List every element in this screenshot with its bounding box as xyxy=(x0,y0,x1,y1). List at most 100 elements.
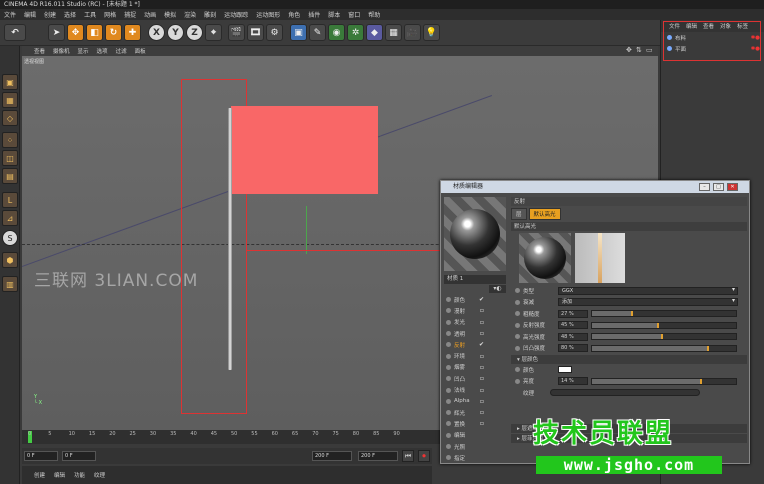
viewport-zoom-icon[interactable]: ⇅ xyxy=(636,46,642,54)
reflectance-tab[interactable]: 层 xyxy=(511,208,527,220)
viewport-menu-item[interactable]: 摄像机 xyxy=(53,47,70,55)
menu-item[interactable]: 角色 xyxy=(288,10,300,19)
checkbox-icon[interactable]: ▫ xyxy=(480,398,484,405)
material-manager-tab[interactable]: 纹理 xyxy=(94,471,105,479)
record-button[interactable]: ⏺ xyxy=(418,450,430,462)
channel-row[interactable]: 编辑 xyxy=(444,430,506,441)
reflectance-tab[interactable]: 默认高光 xyxy=(528,208,561,220)
slider-handle[interactable] xyxy=(630,311,633,317)
keyframe-dot[interactable] xyxy=(515,311,520,317)
viewport-move-icon[interactable]: ✥ xyxy=(626,46,632,54)
material-options-icon[interactable]: ▾◐ xyxy=(489,285,506,293)
menu-item[interactable]: 运动图形 xyxy=(256,10,280,19)
menu-item[interactable]: 动画 xyxy=(144,10,156,19)
channel-row[interactable]: 透明 ▫ xyxy=(444,328,506,339)
slider-handle[interactable] xyxy=(707,345,710,351)
menu-item[interactable]: 捕捉 xyxy=(124,10,136,19)
channel-row[interactable]: 光照 xyxy=(444,441,506,452)
menu-item[interactable]: 文件 xyxy=(4,10,16,19)
deformer-icon[interactable]: ◆ xyxy=(366,24,383,41)
current-frame-field[interactable]: 0 F xyxy=(62,451,96,461)
slider-value[interactable]: 27 % xyxy=(558,309,588,318)
menu-item[interactable]: 窗口 xyxy=(348,10,360,19)
render-view-button[interactable]: 🎬 xyxy=(228,24,245,41)
material-preview[interactable] xyxy=(444,197,506,271)
value-slider[interactable] xyxy=(591,344,737,352)
camera-icon[interactable]: 🎥 xyxy=(404,24,421,41)
flag-cloth[interactable] xyxy=(231,106,378,194)
add-tool-button[interactable]: ✚ xyxy=(124,24,141,41)
checkbox-checked-icon[interactable]: ✔ xyxy=(479,296,484,303)
channel-row[interactable]: 置换 ▫ xyxy=(444,418,506,429)
viewport-menu-item[interactable]: 显示 xyxy=(78,47,89,55)
menu-item[interactable]: 渲染 xyxy=(184,10,196,19)
menu-item[interactable]: 工具 xyxy=(84,10,96,19)
channel-row[interactable]: 漫射 ▫ xyxy=(444,305,506,316)
checkbox-icon[interactable]: ▫ xyxy=(480,375,484,382)
spline-pen-icon[interactable]: ✎ xyxy=(309,24,326,41)
checkbox-icon[interactable]: ▫ xyxy=(480,364,484,371)
viewport-menu-item[interactable]: 过滤 xyxy=(116,47,127,55)
channel-row[interactable]: 颜色 ✔ xyxy=(444,294,506,305)
rotate-tool-button[interactable]: ↻ xyxy=(105,24,122,41)
menu-item[interactable]: 模拟 xyxy=(164,10,176,19)
array-icon[interactable]: ✲ xyxy=(347,24,364,41)
menu-item[interactable]: 运动跟踪 xyxy=(224,10,248,19)
keyframe-dot[interactable] xyxy=(515,367,520,373)
select-tool-button[interactable]: ➤ xyxy=(48,24,65,41)
checkbox-icon[interactable]: ▫ xyxy=(480,387,484,394)
tweak-mode-icon[interactable]: ⊿ xyxy=(2,210,18,226)
slider-value[interactable]: 48 % xyxy=(558,332,588,341)
keyframe-dot[interactable] xyxy=(515,345,520,351)
keyframe-dot[interactable] xyxy=(515,288,520,294)
viewport-menu-item[interactable]: 查看 xyxy=(34,47,45,55)
material-manager-tab[interactable]: 编辑 xyxy=(54,471,65,479)
points-mode-icon[interactable]: ⁘ xyxy=(2,132,18,148)
model-mode-icon[interactable]: ▣ xyxy=(2,74,18,90)
checkbox-icon[interactable]: ▫ xyxy=(480,319,484,326)
menu-item[interactable]: 雕刻 xyxy=(204,10,216,19)
color-swatch[interactable] xyxy=(558,366,572,374)
slider-handle[interactable] xyxy=(656,322,659,328)
viewport-menu-item[interactable]: 选项 xyxy=(97,47,108,55)
menu-item[interactable]: 创建 xyxy=(44,10,56,19)
value-slider[interactable] xyxy=(591,310,737,318)
material-name-field[interactable]: 材质 1 xyxy=(444,275,506,284)
viewport-menu-item[interactable]: 面板 xyxy=(135,47,146,55)
layer-icon[interactable]: ▥ xyxy=(2,276,18,292)
render-picture-button[interactable]: 🎞 xyxy=(247,24,264,41)
checkbox-icon[interactable]: ▫ xyxy=(480,330,484,337)
keyframe-dot[interactable] xyxy=(515,299,520,305)
menu-item[interactable]: 选择 xyxy=(64,10,76,19)
undo-button[interactable]: ↶ xyxy=(4,24,26,41)
menu-item[interactable]: 脚本 xyxy=(328,10,340,19)
value-slider[interactable] xyxy=(591,321,737,329)
property-dropdown[interactable]: GGX xyxy=(558,286,738,295)
goto-start-button[interactable]: ⏮ xyxy=(402,450,414,462)
workplane-mode-icon[interactable]: ◇ xyxy=(2,110,18,126)
axis-mode-icon[interactable]: L xyxy=(2,192,18,208)
cube-primitive-icon[interactable]: ▣ xyxy=(290,24,307,41)
menu-item[interactable]: 编辑 xyxy=(24,10,36,19)
channel-row[interactable]: 反射 ✔ xyxy=(444,339,506,350)
maximize-button[interactable]: □ xyxy=(713,183,724,191)
material-manager-tab[interactable]: 创建 xyxy=(34,471,45,479)
preview-end-field[interactable]: 200 F xyxy=(358,451,398,461)
value-slider[interactable] xyxy=(591,333,737,341)
property-dropdown[interactable]: 添加 xyxy=(558,298,738,307)
menu-item[interactable]: 帮助 xyxy=(368,10,380,19)
checkbox-icon[interactable]: ▫ xyxy=(480,409,484,416)
channel-row[interactable]: Alpha ▫ xyxy=(444,396,506,407)
channel-row[interactable]: 环境 ▫ xyxy=(444,350,506,361)
channel-row[interactable]: 辉光 ▫ xyxy=(444,407,506,418)
close-button[interactable]: ✕ xyxy=(727,183,738,191)
brightness-slider[interactable] xyxy=(591,377,737,385)
checkbox-icon[interactable]: ▫ xyxy=(480,307,484,314)
menu-item[interactable]: 网格 xyxy=(104,10,116,19)
coordinate-system-button[interactable]: ⌖ xyxy=(205,24,222,41)
keyframe-dot[interactable] xyxy=(515,322,520,328)
checkbox-icon[interactable]: ▫ xyxy=(480,353,484,360)
keyframe-dot[interactable] xyxy=(515,378,520,384)
slider-handle[interactable] xyxy=(661,334,664,340)
channel-row[interactable]: 凹凸 ▫ xyxy=(444,373,506,384)
